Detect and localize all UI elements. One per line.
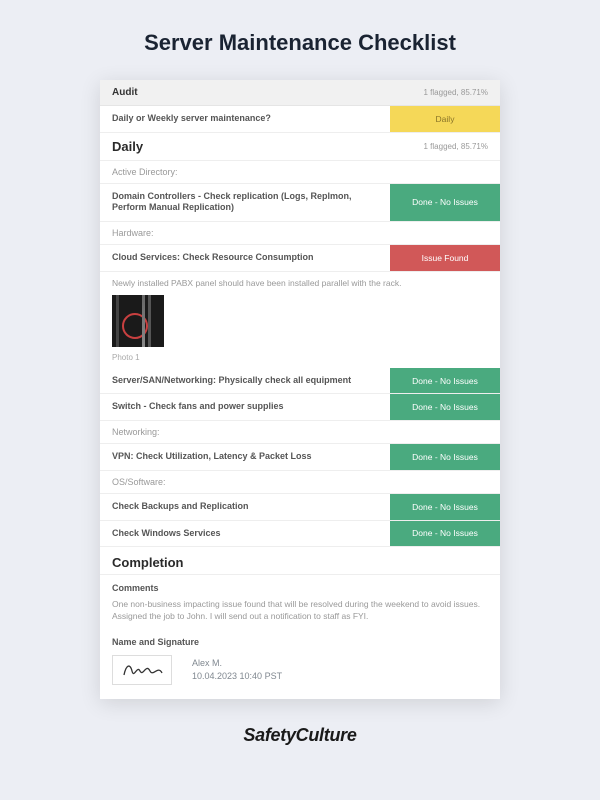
item-status: Done - No Issues bbox=[390, 494, 500, 520]
item-status: Done - No Issues bbox=[390, 368, 500, 394]
page-title: Server Maintenance Checklist bbox=[0, 0, 600, 80]
daily-header: Daily 1 flagged, 85.71% bbox=[100, 133, 500, 161]
item-status: Done - No Issues bbox=[390, 394, 500, 420]
item-label: Cloud Services: Check Resource Consumpti… bbox=[100, 245, 390, 271]
item-windows-services: Check Windows Services Done - No Issues bbox=[100, 521, 500, 548]
item-label: Switch - Check fans and power supplies bbox=[100, 394, 390, 420]
signature-icon bbox=[120, 659, 164, 681]
audit-flagged: 1 flagged, 85.71% bbox=[424, 88, 489, 97]
signature-row: Alex M. 10.04.2023 10:40 PST bbox=[100, 651, 500, 699]
item-label: Check Windows Services bbox=[100, 521, 390, 547]
item-status: Done - No Issues bbox=[390, 521, 500, 547]
item-cloud-services: Cloud Services: Check Resource Consumpti… bbox=[100, 245, 500, 272]
item-vpn: VPN: Check Utilization, Latency & Packet… bbox=[100, 444, 500, 471]
audit-header: Audit 1 flagged, 85.71% bbox=[100, 80, 500, 106]
signature-name: Alex M. bbox=[192, 657, 282, 670]
frequency-row: Daily or Weekly server maintenance? Dail… bbox=[100, 106, 500, 133]
signature-box bbox=[112, 655, 172, 685]
photo-thumbnail[interactable] bbox=[112, 295, 164, 347]
frequency-status: Daily bbox=[390, 106, 500, 132]
item-switch: Switch - Check fans and power supplies D… bbox=[100, 394, 500, 421]
item-label: Domain Controllers - Check replication (… bbox=[100, 184, 390, 221]
subheading-hardware: Hardware: bbox=[100, 222, 500, 245]
daily-flagged: 1 flagged, 85.71% bbox=[424, 142, 489, 151]
frequency-label: Daily or Weekly server maintenance? bbox=[100, 106, 390, 132]
item-status: Issue Found bbox=[390, 245, 500, 271]
subheading-os-software: OS/Software: bbox=[100, 471, 500, 494]
photo-wrap bbox=[100, 291, 500, 351]
signature-label: Name and Signature bbox=[100, 631, 500, 651]
item-status: Done - No Issues bbox=[390, 444, 500, 470]
item-label: Server/SAN/Networking: Physically check … bbox=[100, 368, 390, 394]
subheading-active-directory: Active Directory: bbox=[100, 161, 500, 184]
item-status: Done - No Issues bbox=[390, 184, 500, 221]
comments-label: Comments bbox=[100, 575, 500, 595]
completion-title: Completion bbox=[100, 547, 500, 575]
audit-title: Audit bbox=[112, 87, 138, 98]
subheading-networking: Networking: bbox=[100, 421, 500, 444]
daily-title: Daily bbox=[112, 139, 143, 154]
cloud-note: Newly installed PABX panel should have b… bbox=[100, 272, 500, 291]
brand-logo: SafetyCulture bbox=[0, 725, 600, 746]
signature-info: Alex M. 10.04.2023 10:40 PST bbox=[192, 657, 282, 682]
signature-datetime: 10.04.2023 10:40 PST bbox=[192, 670, 282, 683]
item-server-san: Server/SAN/Networking: Physically check … bbox=[100, 368, 500, 395]
item-domain-controllers: Domain Controllers - Check replication (… bbox=[100, 184, 500, 222]
item-label: VPN: Check Utilization, Latency & Packet… bbox=[100, 444, 390, 470]
item-backups: Check Backups and Replication Done - No … bbox=[100, 494, 500, 521]
item-label: Check Backups and Replication bbox=[100, 494, 390, 520]
checklist-card: Audit 1 flagged, 85.71% Daily or Weekly … bbox=[100, 80, 500, 699]
photo-caption: Photo 1 bbox=[100, 351, 500, 368]
comments-body: One non-business impacting issue found t… bbox=[100, 595, 500, 631]
